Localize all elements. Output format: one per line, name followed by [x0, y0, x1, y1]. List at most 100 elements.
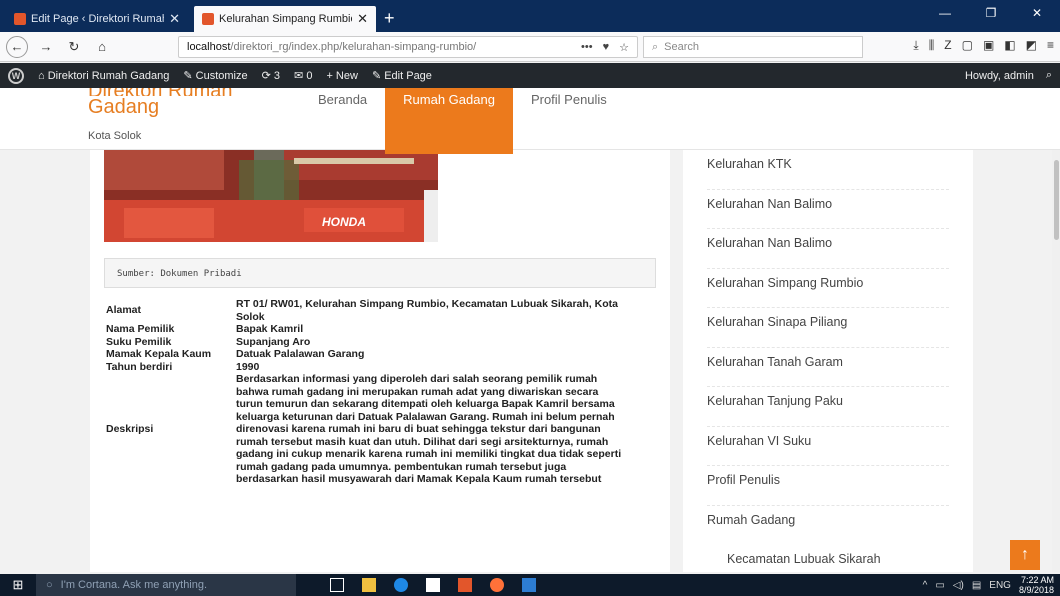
admin-new-link[interactable]: + New — [326, 70, 358, 82]
taskbar-apps — [330, 578, 536, 592]
navigation-toolbar: ← → ↻ ⌂ ⓘ localhost/direktori_rg/index.p… — [0, 32, 1060, 200]
admin-search-icon[interactable]: ⌕ — [1046, 69, 1052, 82]
site-branding[interactable]: Direktori Rumah Gadang Kota Solok — [88, 88, 232, 142]
info-label: Deskripsi — [106, 423, 154, 435]
nav-profil-penulis[interactable]: Profil Penulis — [513, 88, 625, 154]
sidebar-item-sinapa-piliang[interactable]: Kelurahan Sinapa Piliang — [707, 308, 949, 348]
site-name-line2: Gadang — [88, 96, 160, 118]
volume-icon[interactable]: ◁) — [953, 580, 964, 591]
screenshot-icon[interactable]: ▣ — [983, 38, 994, 53]
tab-kelurahan[interactable]: Kelurahan Simpang Rumbio – ✕ — [194, 6, 376, 32]
sidebar-icon[interactable]: ▢ — [962, 38, 973, 53]
close-window-icon[interactable]: ✕ — [1014, 0, 1060, 28]
app-icon[interactable] — [458, 578, 472, 592]
task-view-icon[interactable] — [330, 578, 344, 592]
updates-count: 3 — [273, 70, 281, 82]
table-row: Tahun berdiri 1990 — [106, 361, 626, 374]
download-icon[interactable]: ⤓ — [913, 38, 918, 53]
sidebar-item-simpang-rumbio[interactable]: Kelurahan Simpang Rumbio — [707, 269, 949, 308]
pocket-icon[interactable]: ♥ — [603, 41, 610, 54]
tray-chevron-icon[interactable]: ^ — [923, 580, 928, 591]
table-row: Alamat RT 01/ RW01, Kelurahan Simpang Ru… — [106, 298, 626, 323]
system-tray: ^ ▭ ◁) ▤ ENG 7:22 AM 8/9/2018 — [923, 575, 1060, 595]
sidebar-item-tanah-garam[interactable]: Kelurahan Tanah Garam — [707, 348, 949, 387]
admin-site-label: Direktori Rumah Gadang — [47, 69, 170, 82]
info-value: RT 01/ RW01, Kelurahan Simpang Rumbio, K… — [236, 298, 618, 323]
extension-icon[interactable]: ◧ — [1004, 38, 1015, 53]
bookmark-star-icon[interactable]: ☆ — [619, 41, 629, 54]
app-icon[interactable] — [522, 578, 536, 592]
notification-icon[interactable]: ▤ — [972, 580, 981, 591]
admin-customize-link[interactable]: ✎ Customize — [183, 69, 247, 82]
info-label: Nama Pemilik — [106, 323, 175, 335]
table-row: Deskripsi Berdasarkan informasi yang dip… — [106, 373, 626, 486]
sidebar-item-nan-balimo-2[interactable]: Kelurahan Nan Balimo — [707, 229, 949, 269]
sidebar-item-kelurahan-ktk[interactable]: Kelurahan KTK — [707, 150, 949, 190]
admin-site-link[interactable]: ⌂ Direktori Rumah Gadang — [38, 70, 169, 82]
url-path: /direktori_rg/index.php/kelurahan-simpan… — [230, 41, 477, 53]
restore-icon[interactable]: ❐ — [968, 0, 1014, 28]
wordpress-logo-icon[interactable]: W — [8, 67, 24, 84]
admin-updates-link[interactable]: ⟳ 3 — [262, 69, 280, 82]
search-input[interactable]: ⌕ Search — [643, 36, 863, 58]
home-button[interactable]: ⌂ — [92, 37, 112, 57]
sidebar-widget: Kelurahan KTK Kelurahan Nan Balimo Kelur… — [683, 150, 973, 572]
nav-beranda[interactable]: Beranda — [300, 88, 385, 154]
table-row: Mamak Kepala Kaum Datuak Palalawan Garan… — [106, 348, 626, 361]
windows-start-icon[interactable]: ⊞ — [0, 577, 36, 593]
extension-icon[interactable]: ◩ — [1026, 38, 1037, 53]
edge-icon[interactable] — [394, 578, 408, 592]
library-icon[interactable]: ⫼ — [929, 38, 935, 53]
reload-button[interactable]: ↻ — [64, 37, 84, 57]
url-host: localhost — [187, 41, 231, 53]
cortana-search[interactable]: ○ I'm Cortana. Ask me anything. — [36, 574, 296, 596]
new-tab-button[interactable]: + — [384, 6, 395, 32]
clock-date: 8/9/2018 — [1018, 585, 1054, 595]
info-value: Datuak Palalawan Garang — [236, 348, 365, 360]
sidebar-item-tanjung-paku[interactable]: Kelurahan Tanjung Paku — [707, 387, 949, 427]
sidebar-item-nan-balimo[interactable]: Kelurahan Nan Balimo — [707, 190, 949, 229]
firefox-icon[interactable] — [490, 578, 504, 592]
url-bar[interactable]: ⓘ localhost/direktori_rg/index.php/kelur… — [178, 36, 638, 200]
menu-icon[interactable]: ≡ — [1047, 38, 1054, 53]
sidebar-list: Kelurahan KTK Kelurahan Nan Balimo Kelur… — [683, 150, 973, 585]
comments-count: 0 — [306, 70, 313, 82]
admin-edit-link[interactable]: ✎ Edit Page — [372, 69, 432, 82]
minimize-icon[interactable]: — — [922, 0, 968, 28]
sidebar-item-rumah-gadang[interactable]: Rumah Gadang — [707, 506, 949, 546]
browser-tab-bar: Edit Page ‹ Direktori Rumah Ga ✕ Kelurah… — [0, 0, 1060, 32]
back-button[interactable]: ← — [6, 35, 28, 58]
page-actions-icon[interactable]: ••• — [581, 41, 593, 54]
photo-caption: Sumber: Dokumen Pribadi — [104, 258, 656, 288]
toolbar-icons: ⤓ ⫼ Z ▢ ▣ ◧ ◩ ≡ — [913, 38, 1054, 53]
close-tab-icon[interactable]: ✕ — [169, 11, 180, 27]
sidebar-item-vi-suku[interactable]: Kelurahan VI Suku — [707, 427, 949, 466]
file-explorer-icon[interactable] — [362, 578, 376, 592]
info-value: Bapak Kamril — [236, 323, 304, 335]
howdy-account-link[interactable]: Howdy, admin — [965, 70, 1034, 82]
info-label: Alamat — [106, 304, 142, 317]
forward-button[interactable]: → — [36, 37, 56, 57]
store-icon[interactable] — [426, 578, 440, 592]
cortana-placeholder: I'm Cortana. Ask me anything. — [60, 579, 208, 591]
clock[interactable]: 7:22 AM 8/9/2018 — [1019, 575, 1054, 595]
admin-new-label: New — [335, 69, 358, 82]
tab-edit-page[interactable]: Edit Page ‹ Direktori Rumah Ga ✕ — [6, 6, 188, 32]
language-indicator[interactable]: ENG — [989, 580, 1011, 591]
zotero-icon[interactable]: Z — [944, 38, 951, 53]
network-icon[interactable]: ▭ — [935, 580, 944, 591]
nav-rumah-gadang[interactable]: Rumah Gadang — [385, 88, 513, 154]
info-label: Suku Pemilik — [106, 335, 172, 348]
tab-title: Edit Page ‹ Direktori Rumah Ga — [31, 13, 164, 25]
scroll-to-top-button[interactable]: ↑ — [1010, 540, 1040, 570]
admin-comments-link[interactable]: ✉ 0 — [294, 69, 312, 82]
site-favicon-icon — [202, 13, 214, 25]
tab-title: Kelurahan Simpang Rumbio – — [219, 13, 353, 25]
info-value: Berdasarkan informasi yang diperoleh dar… — [236, 373, 622, 485]
sidebar-item-profil-penulis[interactable]: Profil Penulis — [707, 466, 949, 506]
close-tab-icon[interactable]: ✕ — [357, 11, 368, 27]
windows-taskbar: ⊞ ○ I'm Cortana. Ask me anything. ^ ▭ ◁)… — [0, 574, 1060, 596]
clock-time: 7:22 AM — [1020, 575, 1054, 585]
scrollbar-thumb[interactable] — [1054, 160, 1059, 240]
main-navigation: Beranda Rumah Gadang Profil Penulis — [300, 88, 625, 154]
